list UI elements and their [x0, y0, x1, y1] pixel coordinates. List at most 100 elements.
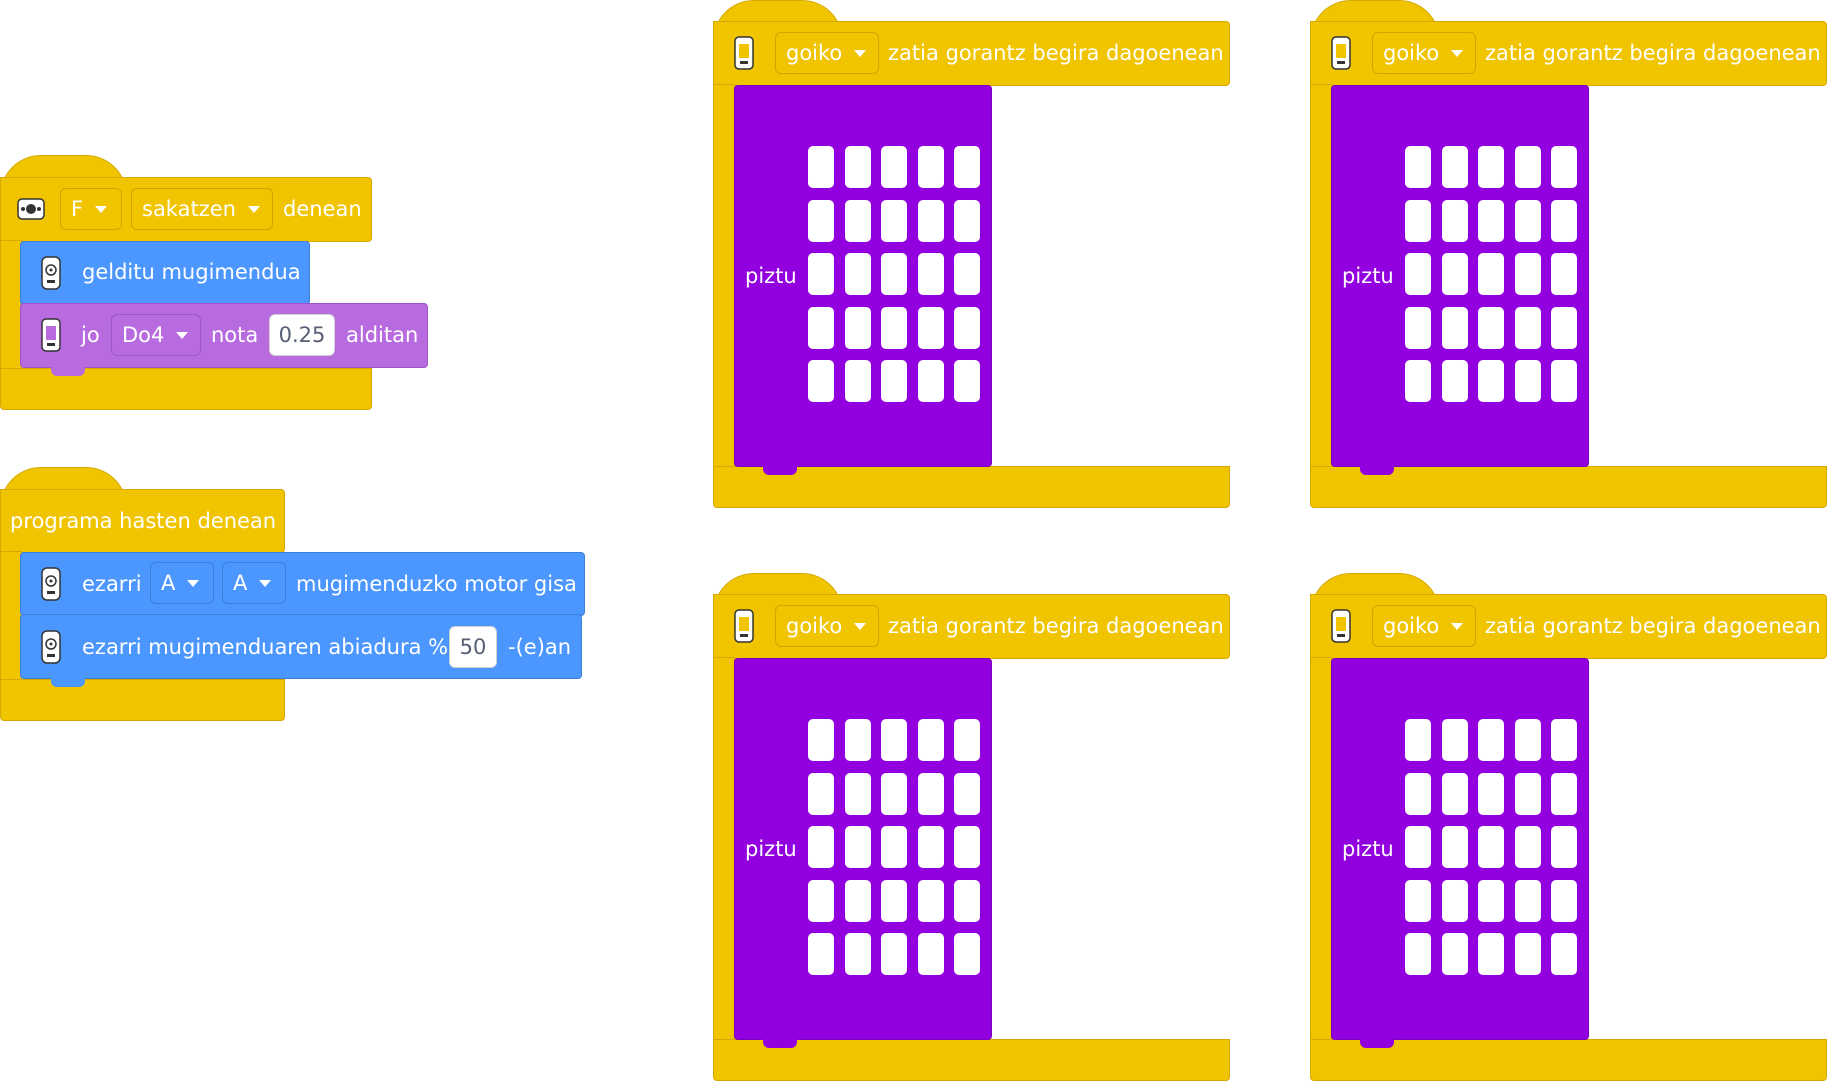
led-cell[interactable] — [1514, 933, 1541, 975]
led-cell[interactable] — [917, 879, 944, 922]
led-cell[interactable] — [881, 360, 908, 402]
led-cell[interactable] — [1551, 146, 1578, 188]
led-cell[interactable] — [917, 826, 944, 868]
led-cell[interactable] — [954, 253, 981, 295]
led-cell[interactable] — [1405, 719, 1431, 761]
led-cell[interactable] — [1405, 253, 1431, 295]
led-cell[interactable] — [917, 199, 944, 242]
led-cell[interactable] — [1514, 146, 1541, 188]
orientation-dropdown[interactable]: goiko — [775, 32, 879, 74]
beats-input[interactable]: 0.25 — [269, 314, 335, 356]
led-cell[interactable] — [808, 253, 834, 295]
led-cell[interactable] — [844, 253, 871, 295]
led-cell[interactable] — [881, 933, 908, 975]
led-cell[interactable] — [1514, 306, 1541, 349]
led-cell[interactable] — [1478, 826, 1505, 868]
action-dropdown[interactable]: sakatzen — [131, 188, 273, 230]
led-cell[interactable] — [954, 772, 981, 815]
led-cell[interactable] — [1551, 719, 1578, 761]
led-cell[interactable] — [1478, 879, 1505, 922]
led-cell[interactable] — [1405, 933, 1431, 975]
led-cell[interactable] — [1551, 306, 1578, 349]
led-cell[interactable] — [844, 360, 871, 402]
led-cell[interactable] — [1441, 719, 1468, 761]
led-cell[interactable] — [808, 879, 834, 922]
led-cell[interactable] — [1514, 826, 1541, 868]
port-1-dropdown[interactable]: A — [150, 562, 214, 604]
led-cell[interactable] — [917, 360, 944, 402]
led-cell[interactable] — [954, 360, 981, 402]
led-cell[interactable] — [844, 826, 871, 868]
led-cell[interactable] — [808, 306, 834, 349]
led-cell[interactable] — [808, 826, 834, 868]
led-cell[interactable] — [844, 199, 871, 242]
led-cell[interactable] — [1478, 199, 1505, 242]
led-cell[interactable] — [1478, 772, 1505, 815]
orientation-dropdown[interactable]: goiko — [775, 605, 879, 647]
led-cell[interactable] — [1514, 199, 1541, 242]
led-cell[interactable] — [1551, 933, 1578, 975]
led-cell[interactable] — [1441, 933, 1468, 975]
led-cell[interactable] — [1514, 360, 1541, 402]
led-cell[interactable] — [1405, 306, 1431, 349]
led-cell[interactable] — [954, 306, 981, 349]
led-cell[interactable] — [1478, 719, 1505, 761]
led-cell[interactable] — [1551, 199, 1578, 242]
led-cell[interactable] — [1478, 933, 1505, 975]
led-cell[interactable] — [808, 360, 834, 402]
note-dropdown[interactable]: Do4 — [111, 314, 201, 356]
led-cell[interactable] — [1441, 879, 1468, 922]
led-cell[interactable] — [808, 719, 834, 761]
led-cell[interactable] — [1441, 199, 1468, 242]
led-cell[interactable] — [844, 933, 871, 975]
led-cell[interactable] — [954, 933, 981, 975]
led-cell[interactable] — [954, 199, 981, 242]
led-cell[interactable] — [917, 719, 944, 761]
led-cell[interactable] — [954, 826, 981, 868]
led-cell[interactable] — [1514, 253, 1541, 295]
led-cell[interactable] — [1405, 199, 1431, 242]
led-cell[interactable] — [1551, 360, 1578, 402]
led-cell[interactable] — [1478, 360, 1505, 402]
led-cell[interactable] — [917, 306, 944, 349]
led-cell[interactable] — [881, 146, 908, 188]
led-cell[interactable] — [917, 253, 944, 295]
led-cell[interactable] — [1441, 306, 1468, 349]
led-cell[interactable] — [808, 146, 834, 188]
speed-input[interactable]: 50 — [449, 626, 497, 668]
led-cell[interactable] — [1514, 879, 1541, 922]
led-cell[interactable] — [1441, 826, 1468, 868]
led-cell[interactable] — [1441, 772, 1468, 815]
led-cell[interactable] — [954, 146, 981, 188]
led-cell[interactable] — [881, 719, 908, 761]
orientation-dropdown[interactable]: goiko — [1372, 605, 1476, 647]
led-cell[interactable] — [844, 879, 871, 922]
led-cell[interactable] — [844, 306, 871, 349]
led-cell[interactable] — [808, 772, 834, 815]
led-cell[interactable] — [881, 253, 908, 295]
led-cell[interactable] — [844, 772, 871, 815]
led-cell[interactable] — [808, 199, 834, 242]
led-cell[interactable] — [1441, 253, 1468, 295]
led-cell[interactable] — [954, 719, 981, 761]
led-cell[interactable] — [881, 306, 908, 349]
led-cell[interactable] — [1478, 253, 1505, 295]
led-cell[interactable] — [844, 146, 871, 188]
led-cell[interactable] — [1405, 360, 1431, 402]
led-cell[interactable] — [1551, 826, 1578, 868]
led-cell[interactable] — [917, 772, 944, 815]
led-cell[interactable] — [808, 933, 834, 975]
led-cell[interactable] — [1514, 772, 1541, 815]
led-cell[interactable] — [844, 719, 871, 761]
button-dropdown[interactable]: F — [60, 188, 122, 230]
led-cell[interactable] — [917, 146, 944, 188]
led-cell[interactable] — [1551, 253, 1578, 295]
led-cell[interactable] — [881, 879, 908, 922]
led-cell[interactable] — [881, 772, 908, 815]
led-cell[interactable] — [1441, 146, 1468, 188]
led-cell[interactable] — [1551, 772, 1578, 815]
port-2-dropdown[interactable]: A — [222, 562, 286, 604]
led-cell[interactable] — [1441, 360, 1468, 402]
led-cell[interactable] — [881, 199, 908, 242]
led-cell[interactable] — [1405, 879, 1431, 922]
